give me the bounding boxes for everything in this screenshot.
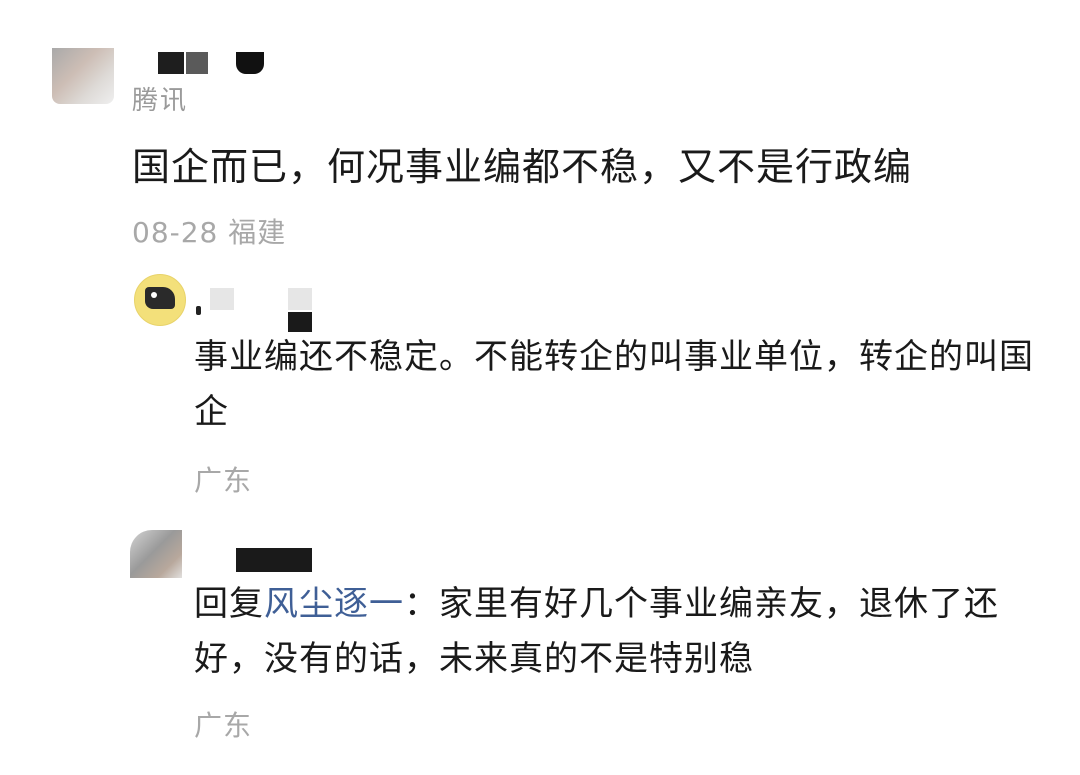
username-censored bbox=[236, 52, 264, 74]
username-censored bbox=[288, 312, 312, 332]
reply-separator: ： bbox=[404, 584, 439, 624]
reply-prefix: 回复 bbox=[194, 584, 264, 624]
reply-to-user-link[interactable]: 风尘逐一 bbox=[264, 584, 404, 624]
username-censored[interactable] bbox=[210, 288, 234, 310]
comment-location: 福建 bbox=[228, 216, 287, 249]
commenter-avatar[interactable] bbox=[52, 48, 114, 104]
username-censored[interactable] bbox=[236, 548, 312, 572]
comment-date: 08-28 bbox=[132, 216, 219, 249]
reply-avatar[interactable] bbox=[134, 274, 186, 326]
reply-location: 广东 bbox=[194, 464, 253, 497]
username-censored bbox=[186, 52, 208, 74]
username-censored bbox=[288, 288, 312, 310]
commenter-company: 腾讯 bbox=[132, 86, 189, 116]
comment-text[interactable]: 国企而已，何况事业编都不稳，又不是行政编 bbox=[132, 136, 912, 191]
comment-meta: 08-28 福建 bbox=[132, 211, 286, 251]
reply-text[interactable]: 事业编还不稳定。不能转企的叫事业单位，转企的叫国企 bbox=[194, 330, 1034, 440]
reply-location: 广东 bbox=[194, 709, 253, 742]
reply-text[interactable]: 回复风尘逐一：家里有好几个事业编亲友，退休了还好，没有的话，未来真的不是特别稳 bbox=[194, 577, 1034, 687]
avatar-cartoon-icon bbox=[145, 287, 175, 309]
avatar-eye bbox=[151, 292, 157, 298]
username-censored bbox=[196, 306, 201, 315]
reply-avatar[interactable] bbox=[130, 530, 182, 578]
username-censored[interactable] bbox=[158, 52, 184, 74]
